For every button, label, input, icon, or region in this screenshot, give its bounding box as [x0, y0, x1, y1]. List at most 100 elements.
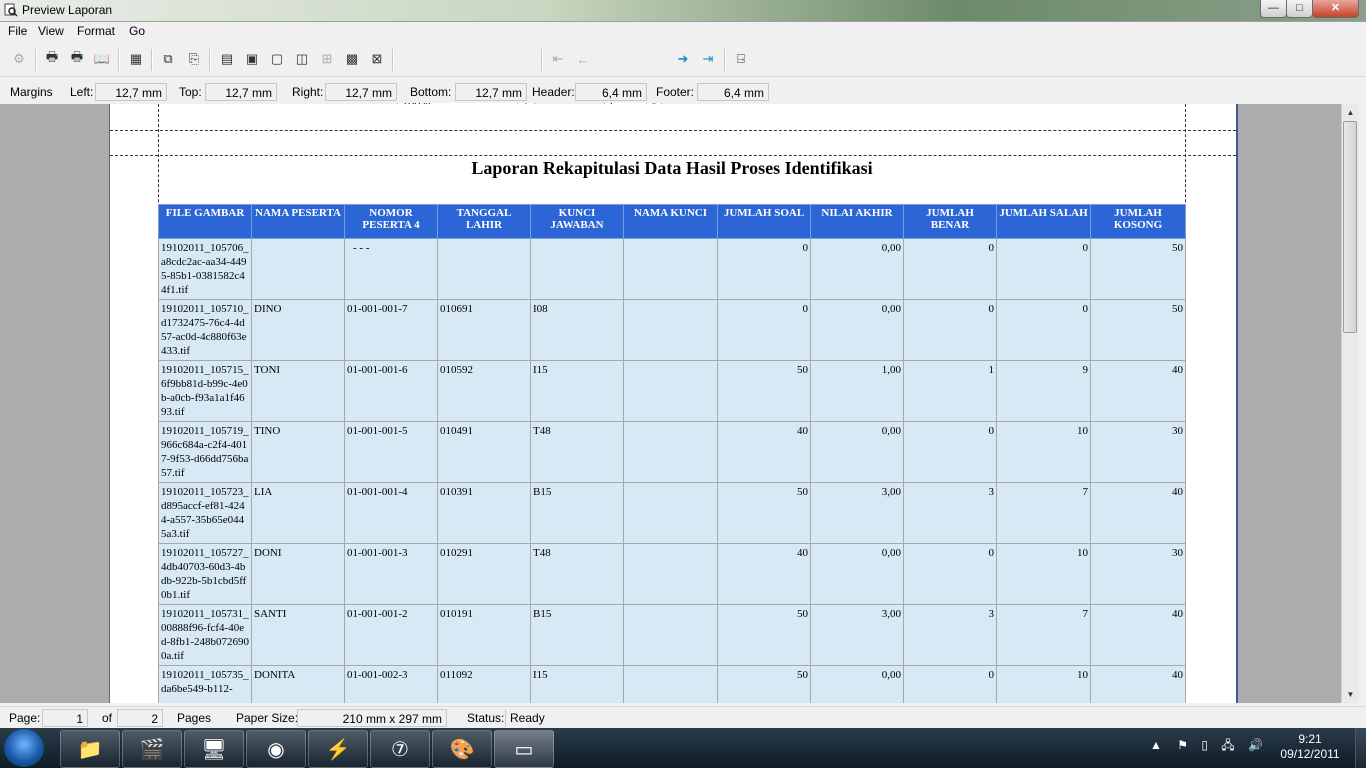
status-label: Status:	[467, 711, 505, 725]
start-button[interactable]	[4, 729, 44, 767]
menu-view[interactable]: View	[38, 24, 64, 38]
print-icon[interactable]: 🖶	[42, 49, 62, 68]
table-cell	[623, 543, 718, 605]
scanner-icon[interactable]: ▭	[494, 730, 554, 768]
thumbnails-icon[interactable]: ⊠	[367, 50, 387, 68]
table-cell: 0,00	[810, 238, 904, 300]
report-page: Laporan Rekapitulasi Data Hasil Proses I…	[109, 104, 1238, 703]
table-cell: 0	[717, 238, 811, 300]
table-cell: 010291	[437, 543, 531, 605]
right-margin-label: Right:	[292, 85, 324, 99]
table-cell: 50	[1090, 238, 1186, 300]
scroll-up-icon[interactable]: ▲	[1342, 104, 1359, 121]
right-margin-field[interactable]: 12,7 mm	[325, 83, 397, 101]
table-cell: 0	[996, 238, 1091, 300]
close-button[interactable]: ✕	[1312, 0, 1359, 18]
page-width-icon[interactable]: ▤	[217, 50, 237, 68]
print-setup-icon[interactable]: 🖶	[67, 49, 87, 68]
window-title: Preview Laporan	[22, 3, 113, 17]
table-cell: 01-001-001-5	[344, 421, 438, 483]
menu-file[interactable]: File	[8, 24, 27, 38]
table-cell: B15	[530, 482, 624, 544]
toolbar-separator	[392, 49, 394, 71]
previous-page-icon[interactable]: ←	[573, 50, 593, 68]
preview-app-icon	[4, 3, 18, 17]
table-cell: 7	[996, 482, 1091, 544]
table-cell	[623, 421, 718, 483]
scroll-down-icon[interactable]: ▼	[1342, 686, 1359, 703]
left-margin-field[interactable]: 12,7 mm	[95, 83, 167, 101]
table-cell: 010691	[437, 299, 531, 361]
table-cell: 9	[996, 360, 1091, 422]
clock-date: 09/12/2011	[1280, 747, 1340, 761]
column-header: JUMLAH SOAL	[717, 204, 811, 239]
computer-icon[interactable]: 🖥	[184, 730, 244, 768]
explorer-icon[interactable]: 📁	[60, 730, 120, 768]
copy-icon[interactable]: ⧉	[158, 50, 178, 68]
table-cell	[623, 604, 718, 666]
menu-go[interactable]: Go	[129, 24, 145, 38]
top-margin-field[interactable]: 12,7 mm	[205, 83, 277, 101]
export-icon[interactable]: ⎘	[184, 50, 204, 68]
maximize-button[interactable]: □	[1286, 0, 1313, 18]
table-cell: 19102011_105727_4db40703-60d3-4bdb-922b-…	[158, 543, 252, 605]
table-cell: 19102011_105706_a8cdc2ac-aa34-4495-85b1-…	[158, 238, 252, 300]
table-cell: 50	[717, 360, 811, 422]
exit-icon[interactable]: ⍈	[731, 50, 751, 68]
media-icon[interactable]: 🎬	[122, 730, 182, 768]
last-page-icon[interactable]: ⇥	[698, 50, 718, 68]
table-row: 19102011_105723_d895accf-ef81-4244-a557-…	[158, 482, 1186, 544]
table-cell: 0	[903, 543, 997, 605]
table-cell: 3,00	[810, 482, 904, 544]
table-cell: 30	[1090, 421, 1186, 483]
app-icon[interactable]: ⚡	[308, 730, 368, 768]
toolbar-separator	[35, 49, 37, 71]
show-desktop-button[interactable]	[1355, 728, 1366, 768]
table-cell: 7	[996, 604, 1091, 666]
table-icon[interactable]: ▦	[126, 50, 146, 68]
device-icon[interactable]: ▯	[1201, 738, 1208, 752]
header-margin-field[interactable]: 6,4 mm	[575, 83, 647, 101]
two-pages-icon[interactable]: ◫	[292, 50, 312, 68]
table-cell: 30	[1090, 543, 1186, 605]
footer-margin-field[interactable]: 6,4 mm	[697, 83, 769, 101]
volume-icon[interactable]: 🔊	[1248, 738, 1263, 752]
chrome-icon[interactable]: ◉	[246, 730, 306, 768]
multi-pages-icon[interactable]: ▩	[342, 50, 362, 68]
table-cell: 0	[903, 238, 997, 300]
whole-page-icon[interactable]: ▣	[242, 50, 262, 68]
clock[interactable]: 9:21 09/12/2011	[1278, 732, 1342, 762]
vertical-scrollbar[interactable]: ▲ ▼	[1341, 104, 1359, 703]
show-hidden-icon[interactable]: ▲	[1150, 738, 1162, 752]
scroll-thumb[interactable]	[1343, 121, 1357, 333]
column-header: KUNCI JAWABAN	[530, 204, 624, 239]
table-row: 19102011_105706_a8cdc2ac-aa34-4495-85b1-…	[158, 238, 1186, 300]
bottom-margin-field[interactable]: 12,7 mm	[455, 83, 527, 101]
flag-icon[interactable]: ⚑	[1177, 738, 1188, 752]
table-cell: 50	[1090, 299, 1186, 361]
minimize-button[interactable]: —	[1260, 0, 1287, 18]
preview-area[interactable]: Laporan Rekapitulasi Data Hasil Proses I…	[0, 104, 1341, 703]
header-guide	[110, 130, 1236, 131]
table-cell: LIA	[251, 482, 345, 544]
app7-icon[interactable]: ⑦	[370, 730, 430, 768]
single-page-icon[interactable]: ▢	[267, 50, 287, 68]
network-icon[interactable]: 🖧	[1221, 738, 1234, 752]
first-page-icon[interactable]: ⇤	[548, 50, 568, 68]
gear-icon[interactable]: ⚙	[9, 50, 29, 68]
menu-format[interactable]: Format	[77, 24, 115, 38]
table-cell: DONITA	[251, 665, 345, 703]
system-tray[interactable]: ▲ ⚑ ▯ 🖧 🔊	[1150, 736, 1263, 757]
table-cell: 1,00	[810, 360, 904, 422]
page-label: Page:	[9, 711, 41, 725]
four-pages-icon[interactable]: ⊞	[317, 50, 337, 68]
current-page-field: 1	[42, 709, 88, 727]
next-page-icon[interactable]: ➜	[673, 50, 693, 68]
report-title: Laporan Rekapitulasi Data Hasil Proses I…	[471, 158, 873, 178]
table-cell: T48	[530, 543, 624, 605]
table-cell: 01-001-001-2	[344, 604, 438, 666]
table-cell: T48	[530, 421, 624, 483]
paint-icon[interactable]: 🎨	[432, 730, 492, 768]
book-icon[interactable]: 📖	[92, 50, 112, 68]
table-cell: 19102011_105731_00888f96-fcf4-40ed-8fb1-…	[158, 604, 252, 666]
